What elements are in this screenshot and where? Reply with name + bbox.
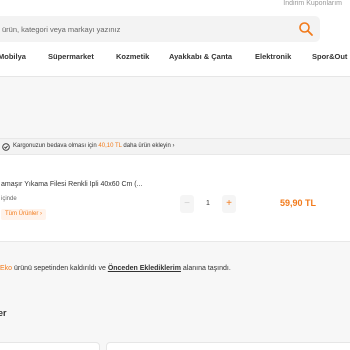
removed-text-2: alanına taşındı.: [182, 265, 231, 272]
nav-item-ayakkabi-canta[interactable]: Ayakkabı & Çanta: [169, 52, 232, 61]
qty-plus-button[interactable]: +: [222, 195, 236, 213]
recommendation-card[interactable]: [0, 342, 100, 350]
qty-value[interactable]: 1: [196, 195, 220, 213]
product-seller-line: içinde: [1, 196, 17, 202]
search-icon[interactable]: [298, 21, 314, 37]
all-products-button[interactable]: Tüm Ürünler ›: [1, 209, 47, 220]
product-name[interactable]: amaşır Yıkama Filesi Renkli Ipli 40x60 C…: [1, 181, 142, 188]
removed-text-1: ürünü sepetinden kaldırıldı ve: [14, 265, 106, 272]
nav-item-kozmetik[interactable]: Kozmetik: [116, 52, 149, 61]
coupons-link[interactable]: İndirim Kuponlarım: [283, 0, 342, 7]
header-divider: [0, 76, 350, 77]
recommendation-card[interactable]: [106, 342, 350, 350]
nav-item-mobilya[interactable]: Mobilya: [0, 52, 26, 61]
quantity-stepper: − 1 +: [180, 195, 236, 213]
cart-item-card: Kargonuzun bedava olması için 40,10 TL d…: [0, 138, 350, 242]
product-price: 59,90 TL: [280, 198, 317, 208]
section-title: er: [0, 308, 7, 318]
product-info: amaşır Yıkama Filesi Renkli Ipli 40x60 C…: [1, 139, 201, 243]
search-input[interactable]: [2, 16, 282, 42]
nav-item-spor-outdoor[interactable]: Spor&Out: [312, 52, 347, 61]
removed-brand: Eko: [0, 265, 13, 272]
search-box[interactable]: [0, 16, 320, 42]
qty-minus-button[interactable]: −: [180, 195, 194, 213]
nav-item-supermarket[interactable]: Süpermarket: [48, 52, 94, 61]
removed-item-notice: Eko ürünü sepetinden kaldırıldı ve Önced…: [0, 265, 231, 272]
nav-item-elektronik[interactable]: Elektronik: [255, 52, 291, 61]
header: İndirim Kuponlarım Mobilya Süpermarket K…: [0, 0, 350, 76]
previously-added-link[interactable]: Önceden Eklediklerim: [108, 265, 181, 272]
